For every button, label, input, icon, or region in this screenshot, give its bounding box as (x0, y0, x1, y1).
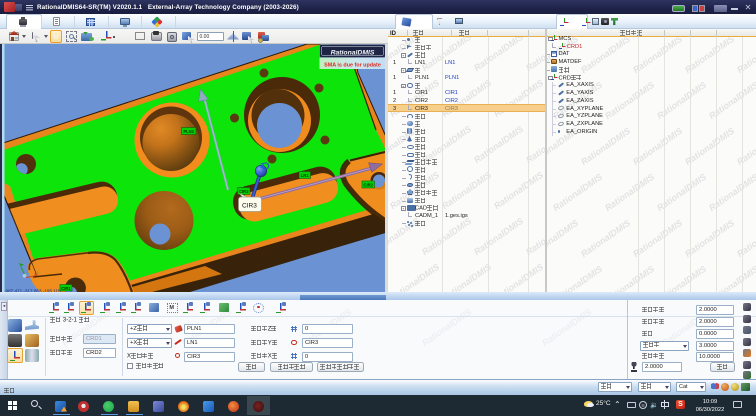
svg-text:CIR1: CIR1 (61, 286, 71, 291)
svg-text:CIR3: CIR3 (242, 203, 257, 210)
svg-text:SMA is due for update: SMA is due for update (324, 63, 381, 69)
svg-text:Y: Y (20, 260, 23, 265)
svg-text:CIR2: CIR2 (363, 183, 373, 188)
svg-text:2: 2 (260, 163, 264, 170)
svg-text:CIR3: CIR3 (239, 189, 249, 194)
svg-text:LN1: LN1 (301, 173, 310, 178)
svg-text:PLN1: PLN1 (183, 129, 194, 134)
svg-text:RationalDMIS: RationalDMIS (331, 50, 375, 57)
